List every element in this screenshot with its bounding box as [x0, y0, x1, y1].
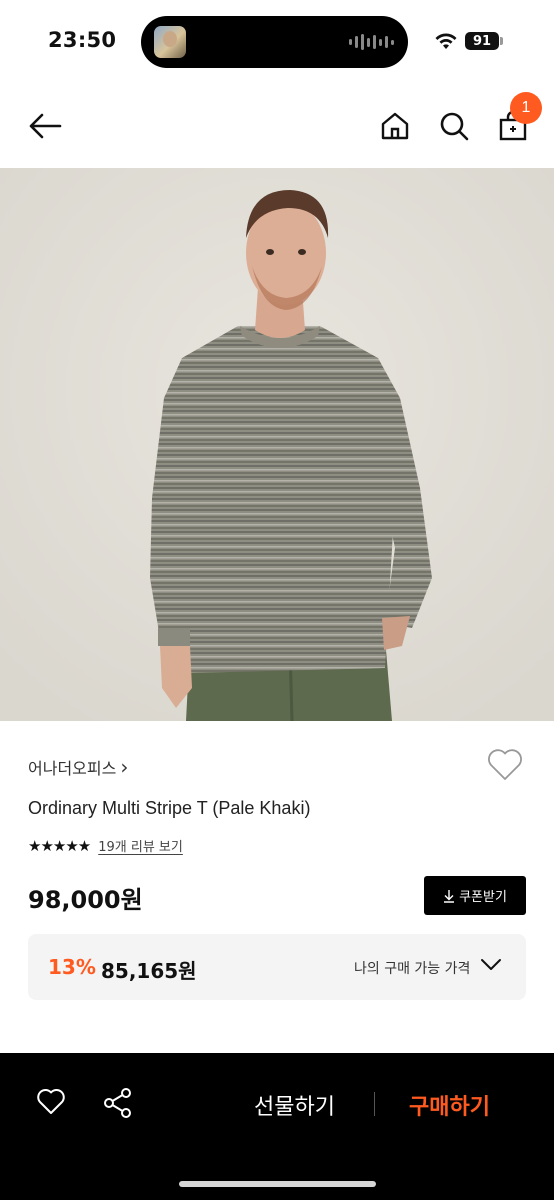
- brand-name: 어나더오피스: [28, 759, 117, 778]
- buy-button[interactable]: 구매하기: [409, 1089, 490, 1121]
- coupon-button[interactable]: 쿠폰받기: [424, 876, 526, 915]
- now-playing-thumbnail: [154, 26, 186, 58]
- battery-indicator: 91: [465, 32, 499, 50]
- discount-rate: 13%: [48, 955, 96, 979]
- discount-price: 85,165원: [101, 959, 197, 983]
- discount-price-box[interactable]: 13% 85,165원 나의 구매 가능 가격: [28, 934, 526, 1000]
- gift-button[interactable]: 선물하기: [254, 1089, 335, 1121]
- product-image[interactable]: [0, 168, 554, 721]
- product-name: Ordinary Multi Stripe T (Pale Khaki): [28, 798, 311, 818]
- review-link[interactable]: 19개 리뷰 보기: [98, 836, 183, 855]
- arrow-left-icon: [29, 113, 62, 139]
- star-rating-icon: ★★★★★: [28, 836, 91, 855]
- home-icon: [381, 112, 409, 140]
- chevron-right-icon: ›: [120, 755, 129, 779]
- product-price: 98,000원: [28, 886, 143, 914]
- coupon-label: 쿠폰받기: [459, 890, 507, 905]
- heart-icon: [488, 749, 522, 780]
- bottom-action-bar: 선물하기 구매하기: [0, 1053, 554, 1200]
- product-photo-model: [0, 168, 554, 721]
- home-button[interactable]: [375, 106, 415, 146]
- discount-label: 나의 구매 가능 가격: [354, 961, 471, 977]
- divider: [374, 1092, 375, 1116]
- status-time: 23:50: [48, 28, 117, 52]
- chevron-down-icon: [481, 959, 501, 970]
- wishlist-button[interactable]: [486, 748, 524, 786]
- home-indicator[interactable]: [179, 1181, 376, 1187]
- rating-row: ★★★★★ 19개 리뷰 보기: [28, 836, 183, 856]
- like-button[interactable]: [36, 1088, 66, 1120]
- share-icon: [104, 1088, 131, 1118]
- battery-cap: [500, 37, 503, 45]
- search-icon: [440, 112, 469, 141]
- dynamic-island[interactable]: [141, 16, 408, 68]
- download-icon: [444, 889, 455, 903]
- back-button[interactable]: [25, 106, 65, 146]
- heart-icon: [37, 1088, 65, 1114]
- share-button[interactable]: [103, 1087, 133, 1123]
- wifi-icon: [435, 33, 457, 49]
- cart-count-badge: 1: [510, 92, 542, 124]
- top-navigation: [0, 84, 554, 168]
- audio-waveform-icon: [349, 33, 394, 51]
- status-bar: 23:50 91: [0, 0, 554, 84]
- brand-link[interactable]: 어나더오피스 ›: [28, 755, 128, 779]
- search-button[interactable]: [434, 106, 474, 146]
